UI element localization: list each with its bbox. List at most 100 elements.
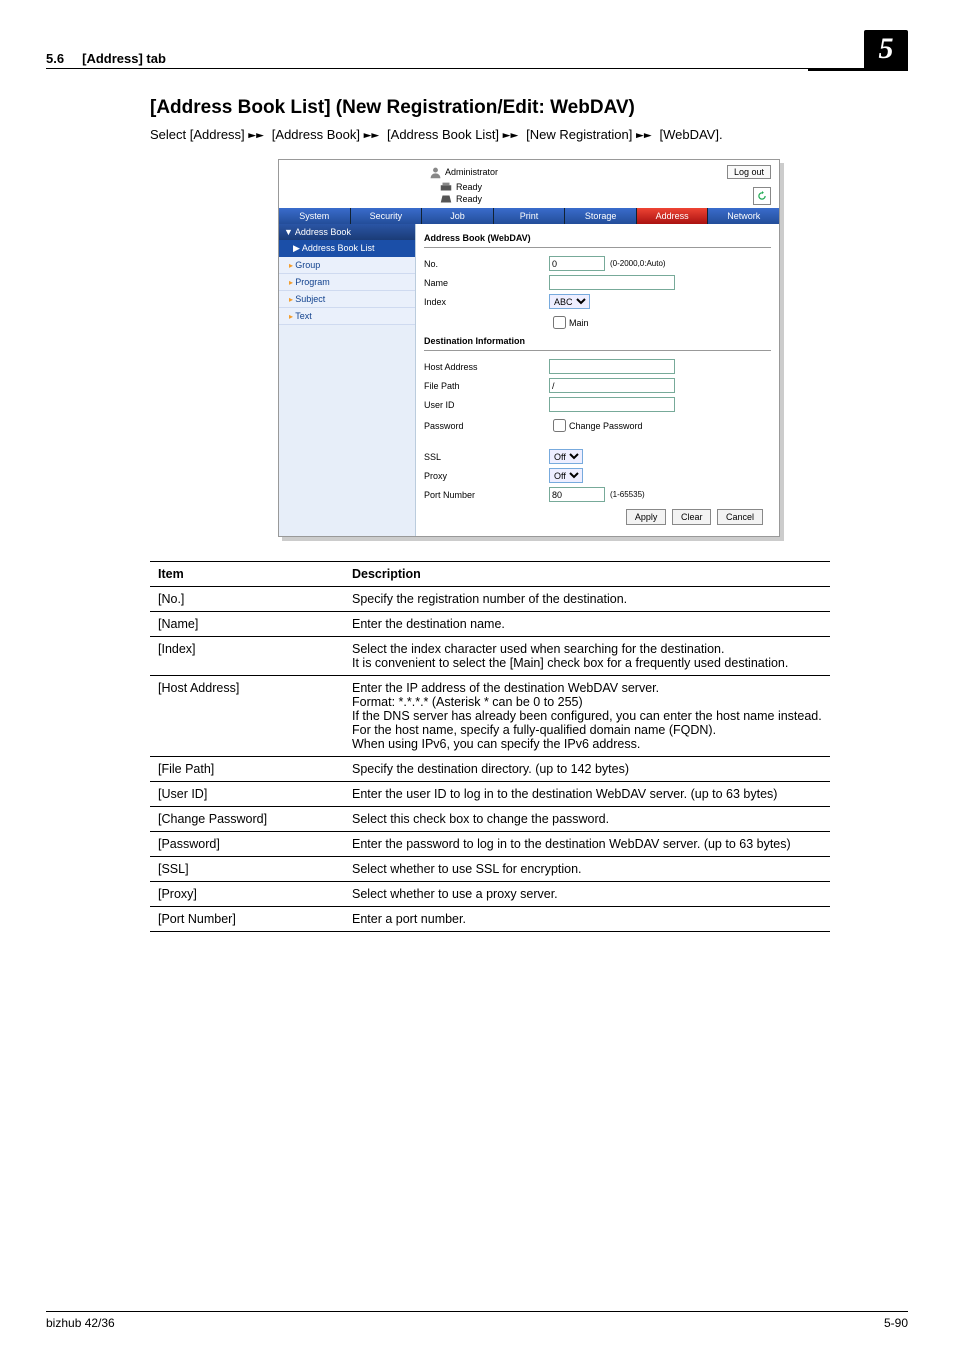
row-user: User ID bbox=[424, 397, 771, 412]
select-index[interactable]: ABC bbox=[549, 294, 590, 309]
main-content: [Address Book List] (New Registration/Ed… bbox=[150, 97, 908, 932]
chapter-underline bbox=[808, 68, 908, 71]
table-row: [No.]Specify the registration number of … bbox=[150, 587, 830, 612]
cell-item: [Proxy] bbox=[150, 882, 344, 907]
range-port: (1-65535) bbox=[610, 490, 645, 499]
cell-desc: Enter the user ID to log in to the desti… bbox=[344, 782, 830, 807]
apply-button[interactable]: Apply bbox=[626, 509, 667, 525]
breadcrumb-part: [WebDAV] bbox=[659, 127, 718, 142]
sidebar-item-subject[interactable]: Subject bbox=[279, 291, 415, 308]
table-row: [Index]Select the index character used w… bbox=[150, 637, 830, 676]
sidebar-item-address-book-list[interactable]: ▶ Address Book List bbox=[279, 240, 415, 257]
tab-print[interactable]: Print bbox=[494, 208, 566, 224]
row-proxy: Proxy Off bbox=[424, 468, 771, 483]
table-row: [Port Number]Enter a port number. bbox=[150, 907, 830, 932]
clear-button[interactable]: Clear bbox=[672, 509, 712, 525]
label-index: Index bbox=[424, 297, 549, 307]
status-scanner: Ready bbox=[439, 193, 482, 205]
row-file: File Path bbox=[424, 378, 771, 393]
sidebar-heading[interactable]: ▼ Address Book bbox=[279, 224, 415, 240]
sidebar: ▼ Address Book ▶ Address Book List Group… bbox=[279, 224, 416, 536]
input-user[interactable] bbox=[549, 397, 675, 412]
tab-network[interactable]: Network bbox=[708, 208, 779, 224]
breadcrumb-prefix: Select bbox=[150, 127, 190, 142]
cell-item: [No.] bbox=[150, 587, 344, 612]
tab-system[interactable]: System bbox=[279, 208, 351, 224]
scanner-icon bbox=[439, 193, 453, 205]
input-port[interactable] bbox=[549, 487, 605, 502]
tab-storage[interactable]: Storage bbox=[565, 208, 637, 224]
sidebar-item-group[interactable]: Group bbox=[279, 257, 415, 274]
cell-item: [Name] bbox=[150, 612, 344, 637]
tab-bar: System Security Job Print Storage Addres… bbox=[279, 208, 779, 224]
select-ssl[interactable]: Off bbox=[549, 449, 583, 464]
cell-item: [SSL] bbox=[150, 857, 344, 882]
row-ssl: SSL Off bbox=[424, 449, 771, 464]
logout-button[interactable]: Log out bbox=[727, 165, 771, 179]
tab-job[interactable]: Job bbox=[422, 208, 494, 224]
form-panel: Address Book (WebDAV) No. (0-2000,0:Auto… bbox=[416, 224, 779, 536]
cancel-button[interactable]: Cancel bbox=[717, 509, 763, 525]
row-port: Port Number (1-65535) bbox=[424, 487, 771, 502]
table-row: [File Path]Specify the destination direc… bbox=[150, 757, 830, 782]
chapter-badge-box: 5 bbox=[864, 30, 908, 66]
section-title: [Address] tab bbox=[82, 51, 166, 66]
cell-desc: Select the index character used when sea… bbox=[344, 637, 830, 676]
label-password: Password bbox=[424, 421, 549, 431]
button-row: Apply Clear Cancel bbox=[424, 506, 771, 528]
breadcrumb: Select [Address] ►► [Address Book] ►► [A… bbox=[150, 127, 908, 143]
label-port: Port Number bbox=[424, 490, 549, 500]
table-row: [Change Password]Select this check box t… bbox=[150, 807, 830, 832]
input-host[interactable] bbox=[549, 359, 675, 374]
input-no[interactable] bbox=[549, 256, 605, 271]
description-table: Item Description [No.]Specify the regist… bbox=[150, 561, 830, 932]
cell-item: [Change Password] bbox=[150, 807, 344, 832]
table-row: [Proxy]Select whether to use a proxy ser… bbox=[150, 882, 830, 907]
status-text: Ready bbox=[456, 194, 482, 204]
range-no: (0-2000,0:Auto) bbox=[610, 259, 666, 268]
footer-right: 5-90 bbox=[884, 1316, 908, 1330]
row-password: Password Change Password bbox=[424, 416, 771, 435]
input-name[interactable] bbox=[549, 275, 675, 290]
label-host: Host Address bbox=[424, 362, 549, 372]
sidebar-item-program[interactable]: Program bbox=[279, 274, 415, 291]
row-no: No. (0-2000,0:Auto) bbox=[424, 256, 771, 271]
label-file: File Path bbox=[424, 381, 549, 391]
sidebar-item-text[interactable]: Text bbox=[279, 308, 415, 325]
section-number: 5.6 bbox=[46, 51, 64, 66]
cell-desc: Enter the password to log in to the dest… bbox=[344, 832, 830, 857]
label-change-password: Change Password bbox=[569, 421, 643, 431]
group2: Host Address File Path User ID Password bbox=[424, 350, 771, 502]
input-file[interactable] bbox=[549, 378, 675, 393]
label-name: Name bbox=[424, 278, 549, 288]
th-desc: Description bbox=[344, 562, 830, 587]
cell-desc: Enter a port number. bbox=[344, 907, 830, 932]
breadcrumb-arrow: ►► bbox=[248, 128, 271, 143]
tab-address[interactable]: Address bbox=[637, 208, 709, 224]
checkbox-main[interactable] bbox=[553, 316, 566, 329]
row-index: Index ABC bbox=[424, 294, 771, 309]
cell-desc: Select this check box to change the pass… bbox=[344, 807, 830, 832]
label-main: Main bbox=[569, 318, 589, 328]
cell-desc: Enter the destination name. bbox=[344, 612, 830, 637]
refresh-button[interactable] bbox=[753, 187, 771, 205]
user-icon bbox=[429, 166, 442, 179]
group2-title: Destination Information bbox=[424, 336, 771, 346]
breadcrumb-suffix: . bbox=[719, 127, 723, 142]
page-title: [Address Book List] (New Registration/Ed… bbox=[150, 97, 908, 119]
select-proxy[interactable]: Off bbox=[549, 468, 583, 483]
printer-icon bbox=[439, 181, 453, 193]
cell-desc: Specify the registration number of the d… bbox=[344, 587, 830, 612]
cell-item: [Port Number] bbox=[150, 907, 344, 932]
breadcrumb-arrow: ►► bbox=[364, 128, 387, 143]
breadcrumb-part: [Address] bbox=[190, 127, 245, 142]
checkbox-change-password[interactable] bbox=[553, 419, 566, 432]
section-header: 5.6 [Address] tab bbox=[46, 51, 166, 66]
tab-security[interactable]: Security bbox=[351, 208, 423, 224]
cell-desc: Specify the destination directory. (up t… bbox=[344, 757, 830, 782]
status-printer: Ready bbox=[439, 181, 482, 193]
screenshot-topbar: Administrator Log out bbox=[279, 160, 779, 181]
page-header: 5.6 [Address] tab 5 bbox=[46, 30, 908, 69]
label-no: No. bbox=[424, 259, 549, 269]
admin-text: Administrator bbox=[445, 167, 498, 177]
